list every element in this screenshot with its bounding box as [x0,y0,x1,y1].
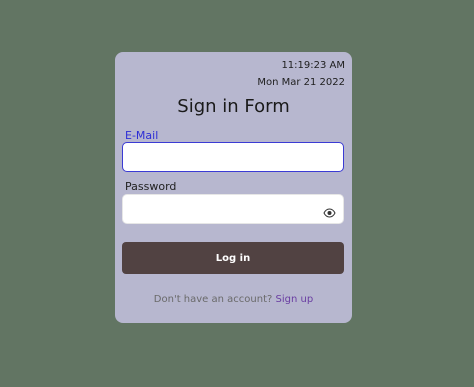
email-field[interactable] [123,143,343,171]
signup-link[interactable]: Sign up [276,294,314,305]
signup-prompt: Don't have an account? Sign up [115,294,352,305]
password-field-wrapper [122,194,344,224]
password-label: Password [125,180,177,193]
current-date: Mon Mar 21 2022 [257,77,345,88]
password-field[interactable] [123,195,343,223]
email-label: E-Mail [125,129,159,142]
signup-prompt-text: Don't have an account? [153,294,273,305]
email-field-wrapper [122,142,344,172]
form-title: Sign in Form [177,96,290,117]
eye-icon[interactable] [323,204,336,218]
sign-in-card: 11:19:23 AM Mon Mar 21 2022 Sign in Form… [115,52,352,323]
login-button[interactable]: Log in [122,242,344,274]
current-time: 11:19:23 AM [281,60,345,71]
